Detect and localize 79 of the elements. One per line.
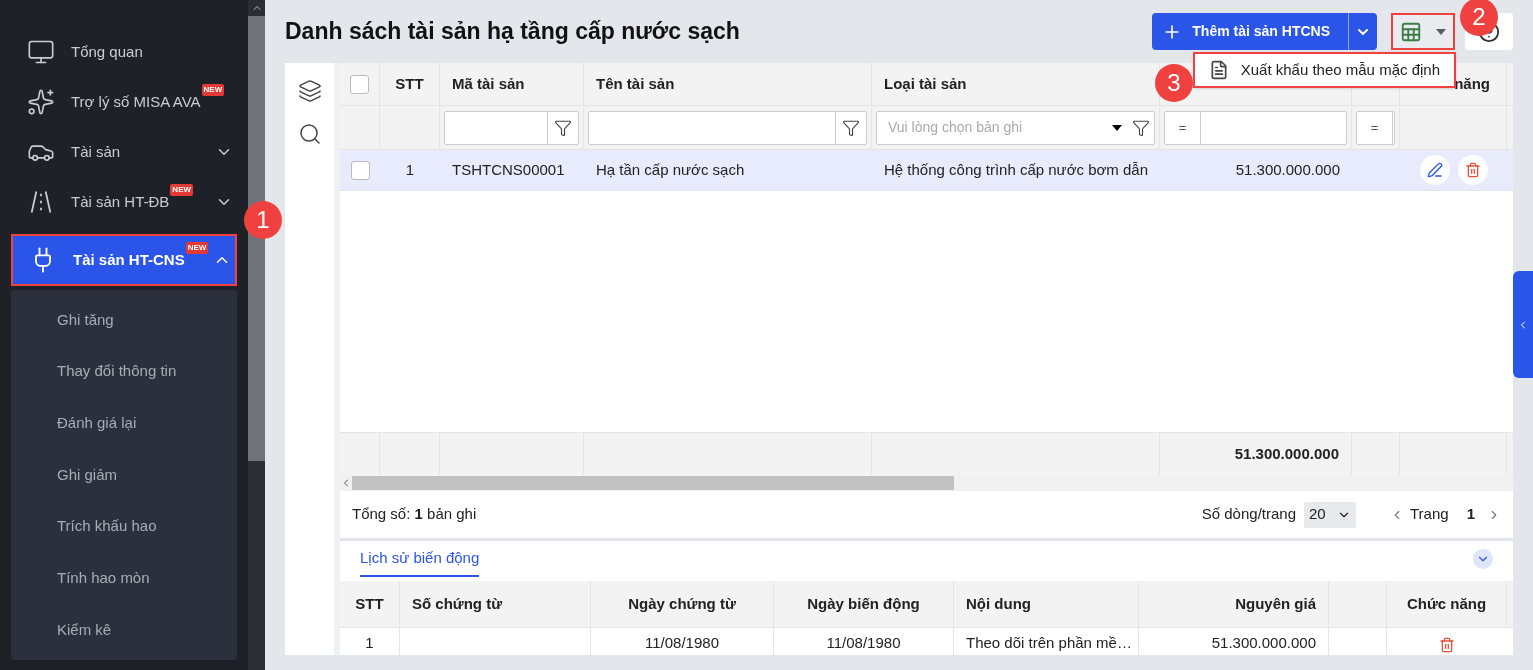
sidebar-label: Tài sản HT-ĐB — [71, 191, 170, 212]
column-header: STT — [395, 73, 424, 94]
sidebar-label: Tài sản HT-CNS — [73, 249, 185, 270]
sidebar-item[interactable]: Tổng quan — [11, 28, 237, 76]
column-header: Loại tài sản — [884, 73, 967, 94]
filter-icon[interactable] — [554, 118, 572, 137]
page-number[interactable]: 1 — [1466, 503, 1475, 526]
page-title: Danh sách tài sản hạ tầng cấp nước sạch — [285, 17, 740, 47]
select-all-checkbox[interactable] — [350, 74, 369, 94]
annotation-marker: 1 — [244, 201, 282, 239]
page-size-select[interactable]: 20 — [1304, 501, 1356, 528]
spreadsheet-icon — [1400, 20, 1422, 43]
page-size-label: Số dòng/trang — [1201, 504, 1296, 525]
submenu-item[interactable]: Thay đổi thông tin — [11, 345, 237, 398]
submenu-item[interactable]: Tính hao mòn — [11, 552, 237, 605]
sidebar-item[interactable]: Tài sản HT-CNS NEW — [11, 234, 237, 286]
caret-down-icon — [1436, 28, 1446, 35]
table-cell-text: 51.300.000.000 — [1235, 159, 1340, 180]
new-badge: NEW — [185, 242, 209, 254]
compare-filter-field[interactable]: = — [1356, 110, 1395, 145]
column-header: Nguyên giá — [1235, 593, 1316, 614]
add-asset-button[interactable]: Thêm tài sản HTCNS — [1152, 13, 1348, 50]
delete-button[interactable] — [1457, 155, 1488, 185]
new-badge: NEW — [201, 84, 225, 96]
column-header: Ngày chứng từ — [628, 593, 736, 614]
table-cell-text: Hệ thống công trình cấp nước bơm dẫn — [884, 159, 1149, 180]
scroll-thumb[interactable] — [352, 476, 954, 490]
pencil-icon — [1426, 162, 1443, 178]
table-cell-text: TSHTCNS00001 — [452, 159, 565, 180]
column-header: Ngày biến động — [807, 593, 920, 614]
table-cell-text: Hạ tần cấp nước sạch — [596, 159, 745, 180]
record-count: Tổng số: 1 bản ghi — [352, 504, 477, 525]
table-cell-text: 51.300.000.000 — [1211, 632, 1316, 653]
table-row[interactable]: 1 TSHTCNS00001 Hạ tần cấp nước sạch Hệ thống công trình cấp nước bơm dẫn 51.300.000.000 — [340, 149, 1513, 190]
search-icon[interactable] — [297, 122, 322, 146]
filter-field[interactable] — [444, 110, 579, 145]
trash-icon — [1464, 162, 1481, 178]
column-header: Tên tài sản — [596, 73, 675, 94]
table-cell-text: Theo dõi trên phần mề… — [966, 632, 1132, 653]
sparkle-icon — [27, 88, 55, 116]
column-header: STT — [355, 593, 384, 614]
table-cell-text: 11/08/1980 — [826, 632, 901, 653]
submenu-item[interactable]: Ghi tăng — [11, 294, 237, 346]
add-dropdown-button[interactable] — [1348, 13, 1377, 50]
page-label: Trang — [1410, 504, 1449, 525]
sidebar-label: Tài sản — [71, 141, 121, 162]
row-checkbox[interactable] — [350, 160, 370, 180]
column-header: Mã tài sản — [452, 73, 525, 94]
table-cell-text: 11/08/1980 — [645, 632, 719, 653]
sidebar-label: Trợ lý số MISA AVA — [71, 91, 201, 112]
column-header: Nội dung — [966, 593, 1031, 614]
export-menu-item[interactable]: Xuất khẩu theo mẫu mặc định — [1194, 54, 1454, 86]
layers-icon[interactable] — [297, 79, 322, 103]
sidebar-item[interactable]: Tài sản HT-ĐB NEW — [11, 178, 237, 226]
export-excel-button[interactable] — [1391, 13, 1455, 50]
filter-icon[interactable] — [1132, 118, 1150, 137]
side-panel-toggle[interactable] — [1513, 271, 1533, 378]
column-header: Số chứng từ — [412, 593, 503, 614]
submenu-item[interactable]: Đánh giá lại — [11, 397, 237, 450]
sidebar-label: Tổng quan — [71, 41, 143, 62]
submenu-item[interactable]: Ghi giảm — [11, 449, 237, 501]
compare-filter-field[interactable]: = — [1164, 110, 1347, 145]
sidebar-item[interactable]: Tài sản — [11, 128, 237, 176]
trash-icon[interactable] — [1439, 637, 1455, 653]
sidebar-item[interactable]: Trợ lý số MISA AVA NEW — [11, 78, 237, 126]
table-cell-text: 1 — [365, 632, 374, 653]
edit-button[interactable] — [1419, 155, 1450, 185]
new-badge: NEW — [170, 184, 194, 196]
filter-field[interactable] — [588, 110, 867, 145]
history-tab[interactable]: Lịch sử biến động — [360, 541, 480, 577]
caret-down-icon — [1112, 124, 1122, 131]
submenu-item[interactable]: Trích khấu hao — [11, 500, 237, 553]
total-value: 51.300.000.000 — [1234, 443, 1339, 464]
annotation-marker: 2 — [1460, 0, 1498, 36]
filter-icon[interactable] — [842, 118, 860, 137]
collapse-button[interactable] — [1473, 549, 1493, 569]
table-cell-text: 1 — [405, 159, 415, 180]
column-header: Chức năng — [1406, 593, 1487, 614]
submenu-item[interactable]: Kiểm kê — [11, 604, 237, 656]
